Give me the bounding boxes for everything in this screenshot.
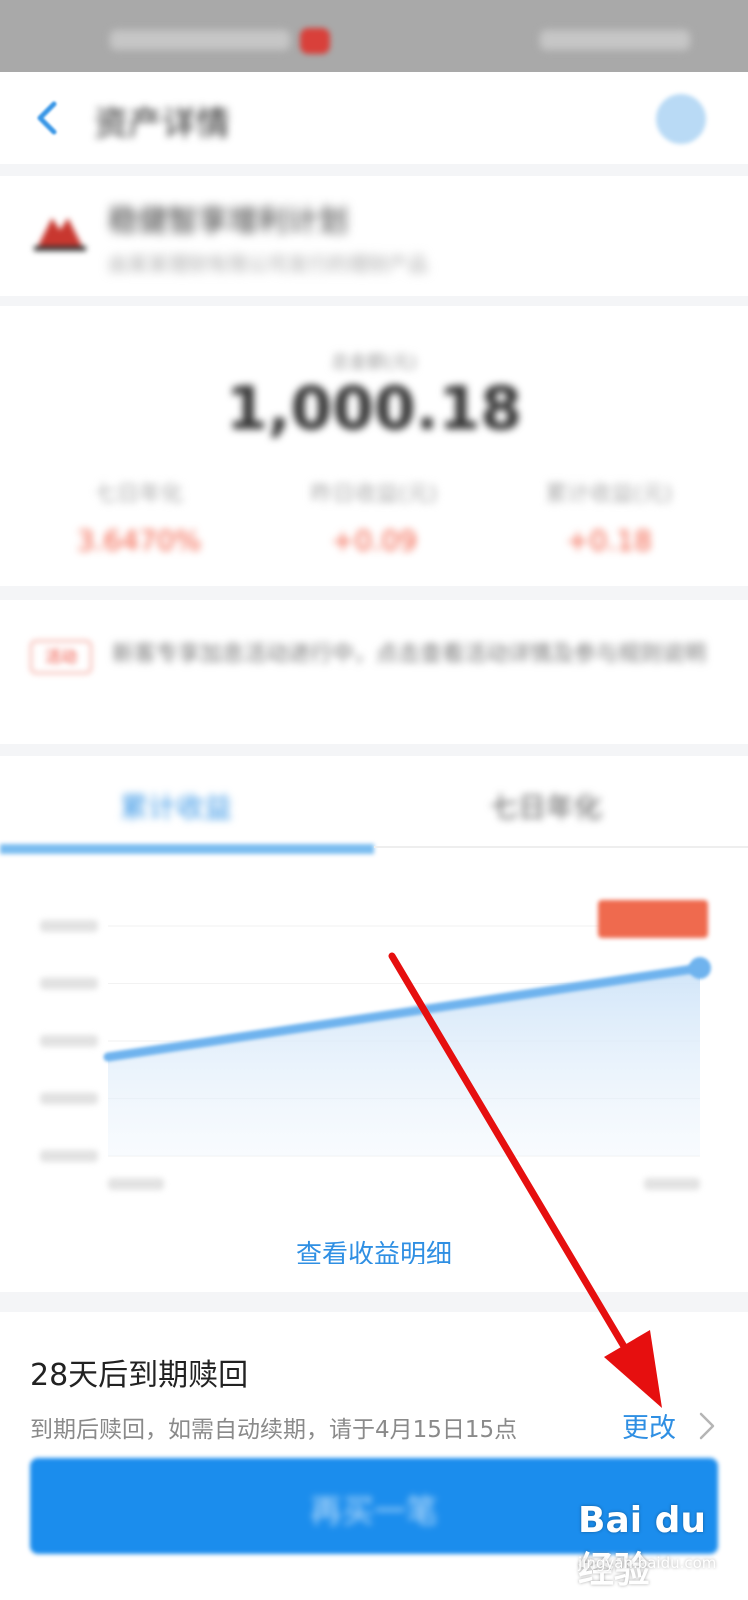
redeem-note: 到期后赎回，如需自动续期，请于4月15日15点 [30,1417,518,1443]
latest-value-tag [598,900,708,938]
view-earnings-detail-label: 查看收益明细 [295,1240,452,1264]
page-title: 资产详情 [94,104,230,144]
chart-data-point [689,956,711,979]
stat-value: +0.09 [331,524,417,557]
redeem-title: 28天后到期赎回 [30,1358,249,1393]
stat-total-earnings: 累计收益(元) +0.18 [494,476,724,557]
baidu-jingyan-watermark: Bai du 经验 jingyan.baidu.com [572,1500,742,1591]
status-right-blur [540,30,690,50]
tab-seven-day-yield[interactable]: 七日年化 [490,786,602,826]
active-tab-indicator [0,844,374,854]
y-tick-label [40,1035,98,1047]
earnings-chart [40,900,711,1190]
help-icon[interactable] [656,94,706,144]
notification-badge [300,28,330,54]
change-button[interactable]: 更改 [622,1406,676,1445]
product-name: 稳健智享增利计划 [108,204,348,239]
asset-summary-card: 总金额(元) 1,000.18 七日年化 3.6470% 昨日收益(元) +0.… [0,306,748,586]
stat-yesterday-earnings: 昨日收益(元) +0.09 [259,476,489,557]
status-bar [0,0,748,72]
stat-label: 七日年化 [94,482,183,507]
total-amount-value: 1,000.18 [225,374,523,444]
stat-seven-day-yield: 七日年化 3.6470% [24,476,254,557]
stat-label: 累计收益(元) [545,482,673,507]
product-description: 由某某理财有限公司发行的理财产品 [108,252,428,276]
product-logo-icon [34,218,86,251]
status-left-blur [110,30,290,50]
y-tick-label [40,977,98,990]
stat-value: 3.6470% [76,524,202,557]
top-header: 资产详情 [0,72,748,164]
total-amount-label: 总金额(元) [330,352,418,373]
watermark-url: jingyan.baidu.com [578,1554,717,1572]
tab-cumulative-earnings[interactable]: 累计收益 [120,786,232,826]
earnings-chart-card: 累计收益 七日年化 查看收益明细 [0,756,748,1292]
watermark-logo: Bai du 经验 [578,1500,707,1591]
y-tick-label [40,920,98,932]
promo-banner[interactable]: 活动 新客专享加息活动进行中，点击查看活动详情及参与规则说明 [0,600,748,744]
y-tick-label [40,1150,98,1162]
chart-area-fill [108,967,700,1156]
back-arrow-icon[interactable] [28,98,68,138]
x-tick-label [644,1178,700,1190]
stat-label: 昨日收益(元) [310,482,438,507]
x-tick-label [108,1178,164,1190]
promo-badge: 活动 [30,640,92,674]
chevron-right-icon[interactable] [695,1408,719,1444]
promo-text: 新客专享加息活动进行中，点击查看活动详情及参与规则说明 [112,642,707,667]
view-earnings-detail-link[interactable]: 查看收益明细 [0,1234,748,1264]
y-tick-label [40,1092,98,1105]
tab-divider [374,846,748,848]
product-card[interactable]: 稳健智享增利计划 由某某理财有限公司发行的理财产品 [0,176,748,296]
stat-value: +0.18 [566,524,652,557]
